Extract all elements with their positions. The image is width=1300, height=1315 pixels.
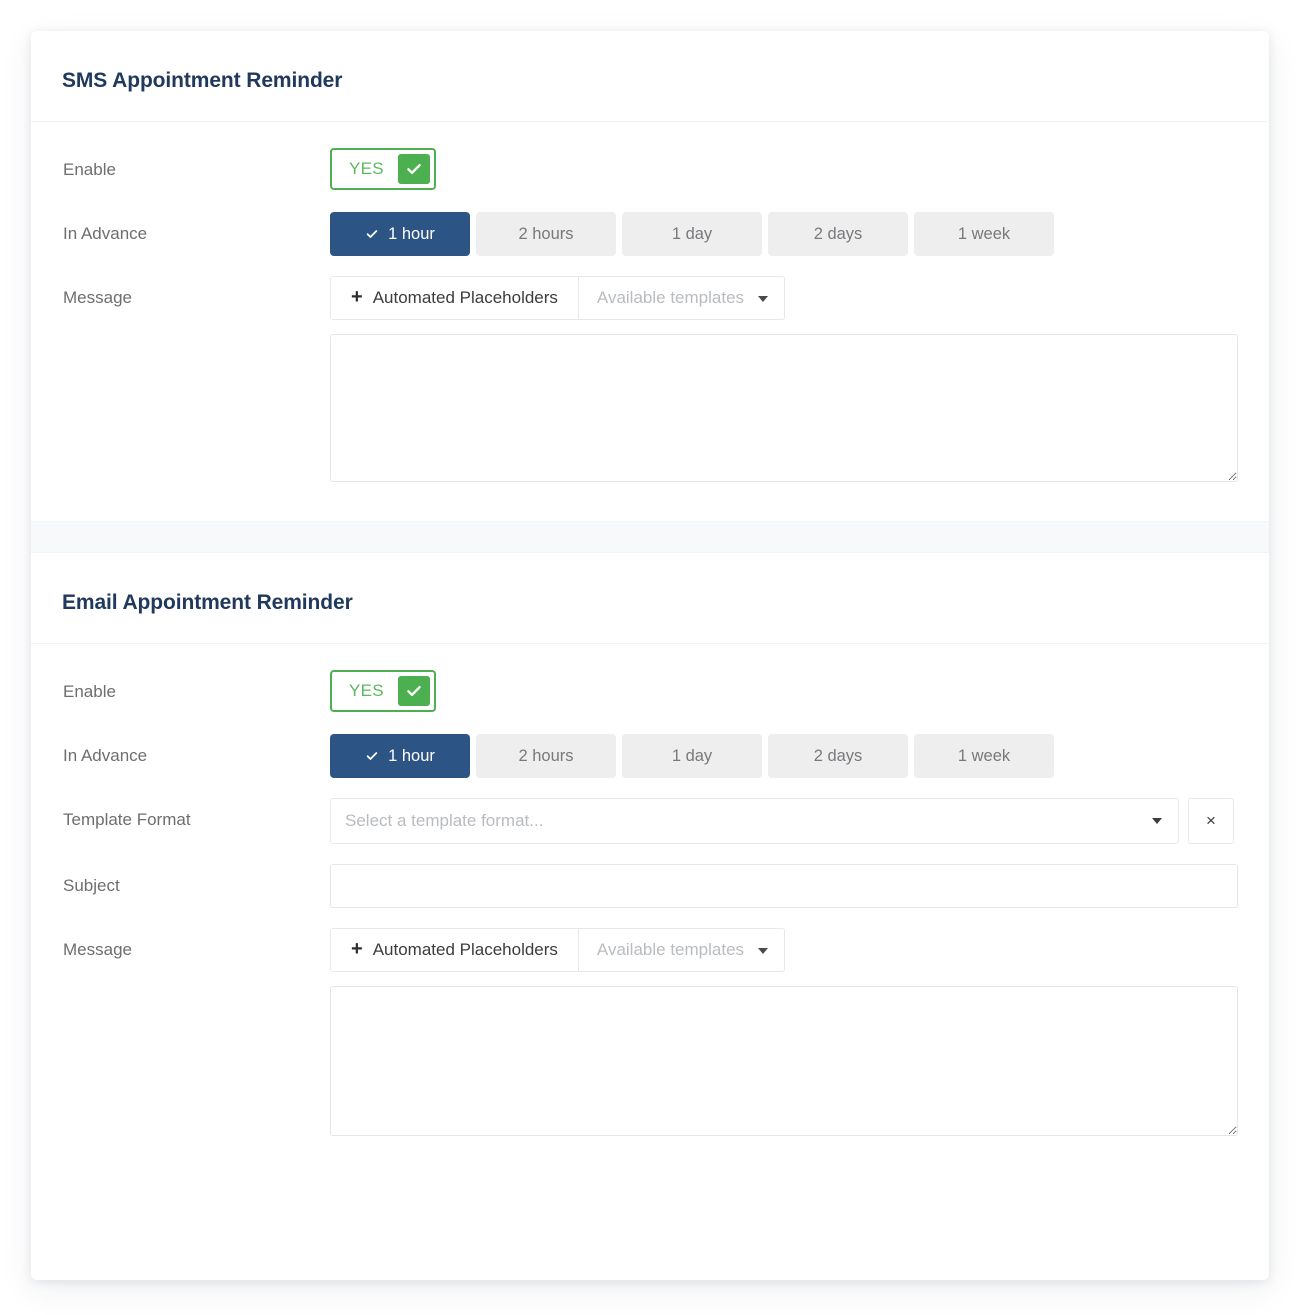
control-email-enable: YES — [330, 670, 1238, 712]
check-icon — [365, 749, 379, 763]
settings-card: SMS Appointment Reminder Enable YES In A… — [31, 31, 1269, 1280]
label-email-template-format: Template Format — [63, 810, 191, 829]
sms-advance-option-1-day-label: 1 day — [671, 224, 713, 243]
row-email-subject: Subject — [62, 864, 1238, 908]
email-in-advance-group: 1 hour 2 hours 1 day 2 days 1 week — [330, 734, 1238, 778]
row-email-template-format: Template Format Select a template format… — [62, 798, 1238, 844]
email-template-format-placeholder: Select a template format... — [345, 811, 544, 830]
sms-advance-option-1-hour[interactable]: 1 hour — [330, 212, 470, 256]
check-icon — [397, 676, 430, 706]
section-email-title: Email Appointment Reminder — [62, 591, 353, 614]
section-email: Email Appointment Reminder Enable YES In… — [31, 553, 1269, 1175]
plus-icon: + — [351, 286, 363, 308]
page-root: SMS Appointment Reminder Enable YES In A… — [0, 0, 1300, 1315]
email-advance-option-1-week-label: 1 week — [957, 746, 1011, 765]
control-email-message: + Automated Placeholders Available templ… — [330, 928, 1238, 1141]
label-sms-in-advance: In Advance — [63, 224, 148, 243]
sms-enable-toggle[interactable]: YES — [330, 148, 436, 190]
email-advance-option-1-day[interactable]: 1 day — [622, 734, 762, 778]
section-email-header: Email Appointment Reminder — [31, 553, 1269, 644]
sms-message-textarea[interactable] — [330, 334, 1238, 482]
sms-automated-placeholders-button[interactable]: + Automated Placeholders — [330, 276, 579, 320]
label-sms-message: Message — [63, 288, 132, 307]
chevron-down-icon — [1152, 818, 1162, 824]
sms-enable-value: YES — [349, 159, 384, 178]
email-advance-option-1-week[interactable]: 1 week — [914, 734, 1054, 778]
label-email-in-advance: In Advance — [63, 746, 148, 765]
email-advance-option-2-days[interactable]: 2 days — [768, 734, 908, 778]
chevron-down-icon — [758, 948, 769, 954]
label-sms-enable: Enable — [63, 160, 116, 179]
email-advance-option-2-hours-label: 2 hours — [518, 746, 574, 765]
sms-advance-option-2-hours-label: 2 hours — [518, 224, 574, 243]
check-icon — [397, 154, 430, 184]
control-email-subject — [330, 864, 1238, 908]
email-subject-input[interactable] — [330, 864, 1238, 908]
label-email-message: Message — [63, 940, 132, 959]
check-icon — [365, 227, 379, 241]
email-automated-placeholders-label: Automated Placeholders — [372, 940, 558, 959]
section-sms-header: SMS Appointment Reminder — [31, 31, 1269, 122]
section-divider — [31, 521, 1269, 553]
sms-automated-placeholders-label: Automated Placeholders — [372, 288, 558, 307]
email-template-format-wrap: Select a template format... × — [330, 798, 1238, 844]
section-sms-title: SMS Appointment Reminder — [62, 69, 343, 92]
control-email-template-format: Select a template format... × — [330, 798, 1238, 844]
sms-advance-option-1-week-label: 1 week — [957, 224, 1011, 243]
control-sms-message: + Automated Placeholders Available templ… — [330, 276, 1238, 487]
row-sms-message: Message + Automated Placeholders Availab… — [62, 276, 1238, 487]
sms-in-advance-group: 1 hour 2 hours 1 day 2 days 1 week — [330, 212, 1238, 256]
email-enable-value: YES — [349, 681, 384, 700]
email-message-textarea[interactable] — [330, 986, 1238, 1136]
sms-advance-option-1-week[interactable]: 1 week — [914, 212, 1054, 256]
email-advance-option-1-day-label: 1 day — [671, 746, 713, 765]
label-email-subject: Subject — [63, 876, 120, 895]
row-email-in-advance: In Advance 1 hour 2 hours 1 day 2 days 1… — [62, 734, 1238, 778]
email-template-format-clear-button[interactable]: × — [1188, 798, 1234, 844]
section-sms: SMS Appointment Reminder Enable YES In A… — [31, 31, 1269, 521]
email-advance-option-2-hours[interactable]: 2 hours — [476, 734, 616, 778]
close-icon: × — [1206, 811, 1216, 830]
sms-advance-option-2-days-label: 2 days — [813, 224, 863, 243]
email-available-templates-button[interactable]: Available templates — [578, 928, 786, 972]
sms-available-templates-button[interactable]: Available templates — [578, 276, 786, 320]
sms-available-templates-label: Available templates — [596, 288, 745, 307]
email-available-templates-label: Available templates — [596, 940, 745, 959]
email-message-toolbar: + Automated Placeholders Available templ… — [330, 928, 1238, 972]
row-sms-in-advance: In Advance 1 hour 2 hours 1 day 2 days 1… — [62, 212, 1238, 256]
row-email-enable: Enable YES — [62, 670, 1238, 714]
control-sms-in-advance: 1 hour 2 hours 1 day 2 days 1 week — [330, 212, 1238, 256]
sms-advance-option-1-hour-label: 1 hour — [388, 224, 435, 243]
email-automated-placeholders-button[interactable]: + Automated Placeholders — [330, 928, 579, 972]
sms-advance-option-2-days[interactable]: 2 days — [768, 212, 908, 256]
control-email-in-advance: 1 hour 2 hours 1 day 2 days 1 week — [330, 734, 1238, 778]
plus-icon: + — [351, 938, 363, 960]
row-sms-enable: Enable YES — [62, 148, 1238, 192]
row-email-message: Message + Automated Placeholders Availab… — [62, 928, 1238, 1141]
control-sms-enable: YES — [330, 148, 1238, 190]
sms-advance-option-1-day[interactable]: 1 day — [622, 212, 762, 256]
sms-advance-option-2-hours[interactable]: 2 hours — [476, 212, 616, 256]
section-sms-body: Enable YES In Advance 1 hour 2 hours 1 d… — [31, 122, 1269, 521]
email-advance-option-1-hour[interactable]: 1 hour — [330, 734, 470, 778]
email-template-format-select[interactable]: Select a template format... — [330, 798, 1179, 844]
chevron-down-icon — [758, 296, 769, 302]
email-enable-toggle[interactable]: YES — [330, 670, 436, 712]
email-advance-option-2-days-label: 2 days — [813, 746, 863, 765]
section-email-body: Enable YES In Advance 1 hour 2 hours 1 d… — [31, 644, 1269, 1175]
label-email-enable: Enable — [63, 682, 116, 701]
sms-message-toolbar: + Automated Placeholders Available templ… — [330, 276, 1238, 320]
email-advance-option-1-hour-label: 1 hour — [388, 746, 435, 765]
